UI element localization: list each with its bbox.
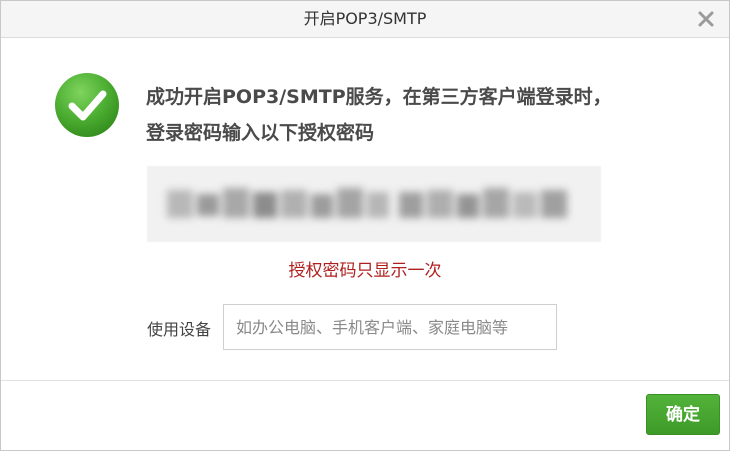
footer-divider [1,380,729,381]
device-label: 使用设备 [147,320,212,339]
success-message: 成功开启POP3/SMTP服务，在第三方客户端登录时，登录密码输入以下授权密码 [146,86,612,144]
close-icon[interactable] [695,8,717,30]
check-circle-icon [54,72,120,138]
device-input[interactable] [223,304,557,350]
warning-text: 授权密码只显示一次 [288,261,442,281]
auth-code-dialog: 开启POP3/SMTP 成功开启POP3/SMTP服务，在第三方客户端登录时，登… [0,0,730,451]
confirm-button[interactable]: 确定 [646,394,720,435]
blurred-auth-code [167,188,567,218]
auth-code-box [147,166,601,242]
dialog-title: 开启POP3/SMTP [303,9,427,28]
title-bar: 开启POP3/SMTP [1,1,729,38]
